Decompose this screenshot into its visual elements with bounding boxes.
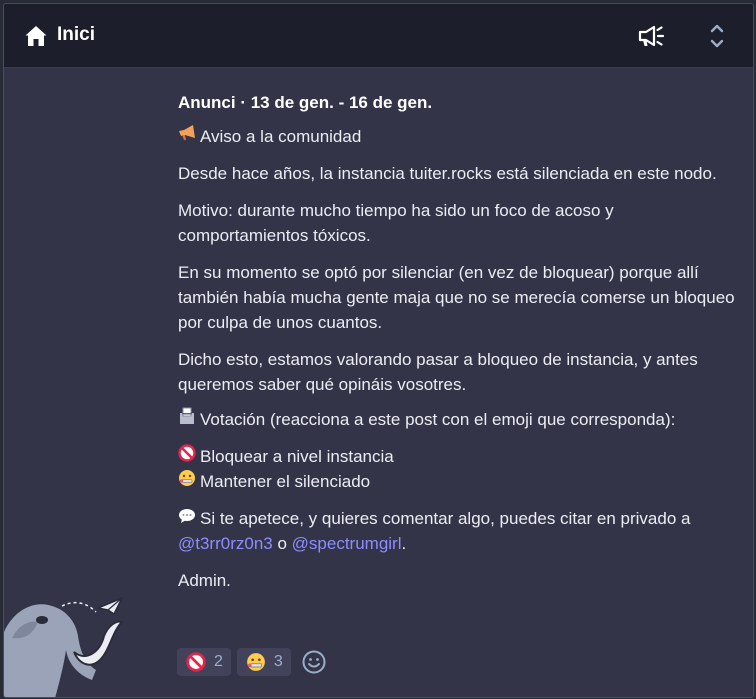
megaphone-icon[interactable]: [637, 23, 665, 49]
announcement-paragraph: Dicho esto, estamos valorando pasar a bl…: [178, 350, 698, 394]
vote-option: Mantener el silenciado: [178, 469, 370, 494]
add-reaction-smiley-icon[interactable]: [301, 649, 327, 675]
no-entry-icon: [178, 444, 200, 469]
megaphone-emoji-icon: [178, 124, 200, 149]
mention-link[interactable]: @t3rr0rz0n3: [178, 534, 273, 553]
chevron-up-down-icon[interactable]: [705, 20, 729, 52]
announcement-body: Anunci · 13 de gen. - 16 de gen. Aviso a…: [178, 90, 738, 605]
vote-options: Bloquear a nivel instancia Mantener el s…: [178, 444, 738, 494]
mastodon-mascot-illustration: [4, 597, 124, 697]
zipper-mouth-face-icon: [247, 653, 265, 671]
announcement-heading: Aviso a la comunidad: [178, 124, 738, 149]
column-title: Inici: [57, 24, 96, 45]
announcement-paragraph: En su momento se optó por silenciar (en …: [178, 263, 735, 332]
mention-link[interactable]: @spectrumgirl: [292, 534, 402, 553]
column-header: Inici: [4, 4, 753, 68]
announcement-date: Anunci · 13 de gen. - 16 de gen.: [178, 93, 433, 112]
vote-option: Bloquear a nivel instancia: [178, 444, 394, 469]
zipper-mouth-face-icon: [178, 469, 200, 494]
announcements-column: Inici Anunci · 13 de gen. - 16 de gen. A…: [3, 3, 754, 698]
announcement-paragraph: Desde hace años, la instancia tuiter.roc…: [178, 164, 717, 183]
vote-instructions: Votación (reacciona a este post con el e…: [178, 407, 738, 432]
reactions-bar: 2 3: [177, 648, 327, 676]
reaction-button[interactable]: 2: [177, 648, 231, 676]
reaction-count: 2: [214, 653, 223, 670]
reaction-button[interactable]: 3: [236, 648, 291, 676]
reaction-count: 3: [273, 653, 283, 670]
announcement-signature: Admin.: [178, 571, 231, 590]
comment-paragraph: Si te apetece, y quieres comentar algo, …: [178, 506, 738, 556]
ballot-box-icon: [178, 407, 200, 432]
speech-bubble-icon: [178, 506, 200, 531]
home-icon: [25, 26, 47, 46]
no-entry-icon: [186, 652, 206, 672]
announcement-paragraph: Motivo: durante mucho tiempo ha sido un …: [178, 201, 614, 245]
